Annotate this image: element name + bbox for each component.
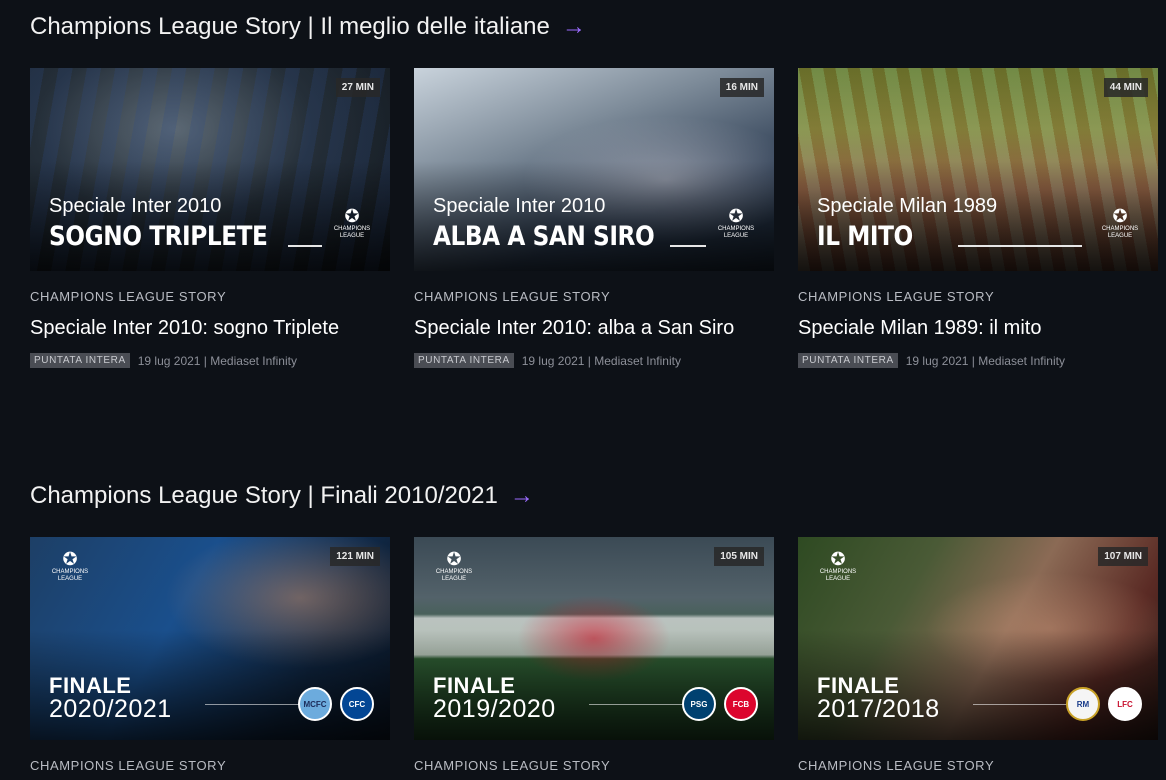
episode-thumbnail[interactable]: ✪ CHAMPIONS LEAGUE 107 MIN FINALE 2017/2… — [798, 537, 1158, 740]
episode-thumbnail[interactable]: 27 MIN Speciale Inter 2010 SOGNO TRIPLET… — [30, 68, 390, 271]
overlay-subtitle: Speciale Inter 2010 — [433, 195, 606, 217]
section-title[interactable]: Champions League Story | Finali 2010/202… — [30, 482, 498, 510]
duration-badge: 121 MIN — [330, 547, 380, 566]
divider — [288, 245, 322, 247]
divider — [958, 245, 1082, 247]
champions-league-logo: ✪ CHAMPIONS LEAGUE — [716, 206, 756, 240]
starball-icon: ✪ — [1112, 206, 1128, 226]
finale-year: 2019/2020 — [433, 695, 556, 723]
starball-icon: ✪ — [728, 206, 744, 226]
section-meglio-italiane: Champions League Story | Il meglio delle… — [30, 12, 1158, 368]
series-label: CHAMPIONS LEAGUE STORY — [798, 758, 995, 773]
episode-thumbnail[interactable]: 44 MIN Speciale Milan 1989 IL MITO ✪ CHA… — [798, 68, 1158, 271]
episode-date-source: 19 lug 2021 | Mediaset Infinity — [905, 353, 1065, 368]
champions-league-logo: ✪ CHAMPIONS LEAGUE — [48, 549, 92, 583]
episode-thumbnail[interactable]: ✪ CHAMPIONS LEAGUE 105 MIN FINALE 2019/2… — [414, 537, 774, 740]
section-finali: Champions League Story | Finali 2010/202… — [30, 481, 1158, 773]
bayern-crest-icon: FCB — [724, 687, 758, 721]
logo-text: CHAMPIONS LEAGUE — [819, 569, 857, 582]
series-label: CHAMPIONS LEAGUE STORY — [798, 289, 995, 304]
starball-icon: ✪ — [344, 206, 360, 226]
champions-league-logo: ✪ CHAMPIONS LEAGUE — [432, 549, 476, 583]
series-label: CHAMPIONS LEAGUE STORY — [30, 758, 227, 773]
divider — [205, 704, 305, 705]
divider — [973, 704, 1073, 705]
arrow-right-icon[interactable]: → — [562, 13, 586, 41]
episode-card[interactable]: 27 MIN Speciale Inter 2010 SOGNO TRIPLET… — [30, 68, 390, 368]
starball-icon: ✪ — [830, 549, 846, 569]
logo-text: CHAMPIONS LEAGUE — [435, 569, 473, 582]
real-madrid-crest-icon: RM — [1066, 687, 1100, 721]
overlay-title: SOGNO TRIPLETE — [49, 221, 268, 252]
section-title-link[interactable]: Champions League Story | Il meglio delle… — [30, 12, 586, 42]
duration-badge: 16 MIN — [719, 78, 764, 97]
episode-date-source: 19 lug 2021 | Mediaset Infinity — [137, 353, 297, 368]
champions-league-logo: ✪ CHAMPIONS LEAGUE — [1100, 206, 1140, 240]
liverpool-crest-icon: LFC — [1108, 687, 1142, 721]
finale-year: 2020/2021 — [49, 695, 172, 723]
finale-year: 2017/2018 — [817, 695, 940, 723]
overlay-title: IL MITO — [817, 221, 913, 252]
logo-text: CHAMPIONS LEAGUE — [333, 226, 371, 239]
section-title[interactable]: Champions League Story | Il meglio delle… — [30, 13, 550, 41]
episode-date-source: 19 lug 2021 | Mediaset Infinity — [521, 353, 681, 368]
episode-title[interactable]: Speciale Inter 2010: alba a San Siro — [414, 317, 774, 340]
episode-title[interactable]: Speciale Milan 1989: il mito — [798, 317, 1158, 340]
duration-badge: 107 MIN — [1098, 547, 1148, 566]
full-episode-tag: PUNTATA INTERA — [798, 353, 898, 368]
psg-crest-icon: PSG — [682, 687, 716, 721]
divider — [670, 245, 706, 247]
section-title-link[interactable]: Champions League Story | Finali 2010/202… — [30, 481, 534, 511]
duration-badge: 105 MIN — [714, 547, 764, 566]
series-label: CHAMPIONS LEAGUE STORY — [30, 289, 227, 304]
overlay-title: ALBA A SAN SIRO — [433, 221, 655, 252]
full-episode-tag: PUNTATA INTERA — [414, 353, 514, 368]
arrow-right-icon[interactable]: → — [510, 482, 534, 510]
series-label: CHAMPIONS LEAGUE STORY — [414, 289, 611, 304]
logo-text: CHAMPIONS LEAGUE — [1101, 226, 1139, 239]
episode-card[interactable]: ✪ CHAMPIONS LEAGUE 107 MIN FINALE 2017/2… — [798, 537, 1158, 773]
overlay-subtitle: Speciale Milan 1989 — [817, 195, 998, 217]
overlay-subtitle: Speciale Inter 2010 — [49, 195, 222, 217]
starball-icon: ✪ — [446, 549, 462, 569]
episode-info: PUNTATA INTERA 19 lug 2021 | Mediaset In… — [30, 353, 390, 368]
full-episode-tag: PUNTATA INTERA — [30, 353, 130, 368]
duration-badge: 27 MIN — [335, 78, 380, 97]
chelsea-crest-icon: CFC — [340, 687, 374, 721]
duration-badge: 44 MIN — [1103, 78, 1148, 97]
episode-thumbnail[interactable]: ✪ CHAMPIONS LEAGUE 121 MIN FINALE 2020/2… — [30, 537, 390, 740]
champions-league-logo: ✪ CHAMPIONS LEAGUE — [332, 206, 372, 240]
divider — [589, 704, 689, 705]
series-label: CHAMPIONS LEAGUE STORY — [414, 758, 611, 773]
logo-text: CHAMPIONS LEAGUE — [51, 569, 89, 582]
episode-card[interactable]: ✪ CHAMPIONS LEAGUE 105 MIN FINALE 2019/2… — [414, 537, 774, 773]
logo-text: CHAMPIONS LEAGUE — [717, 226, 755, 239]
man-city-crest-icon: MCFC — [298, 687, 332, 721]
episode-card[interactable]: 16 MIN Speciale Inter 2010 ALBA A SAN SI… — [414, 68, 774, 368]
episode-thumbnail[interactable]: 16 MIN Speciale Inter 2010 ALBA A SAN SI… — [414, 68, 774, 271]
episode-card[interactable]: 44 MIN Speciale Milan 1989 IL MITO ✪ CHA… — [798, 68, 1158, 368]
episode-info: PUNTATA INTERA 19 lug 2021 | Mediaset In… — [798, 353, 1158, 368]
episode-info: PUNTATA INTERA 19 lug 2021 | Mediaset In… — [414, 353, 774, 368]
champions-league-logo: ✪ CHAMPIONS LEAGUE — [816, 549, 860, 583]
episode-title[interactable]: Speciale Inter 2010: sogno Triplete — [30, 317, 390, 340]
episode-card[interactable]: ✪ CHAMPIONS LEAGUE 121 MIN FINALE 2020/2… — [30, 537, 390, 773]
starball-icon: ✪ — [62, 549, 78, 569]
